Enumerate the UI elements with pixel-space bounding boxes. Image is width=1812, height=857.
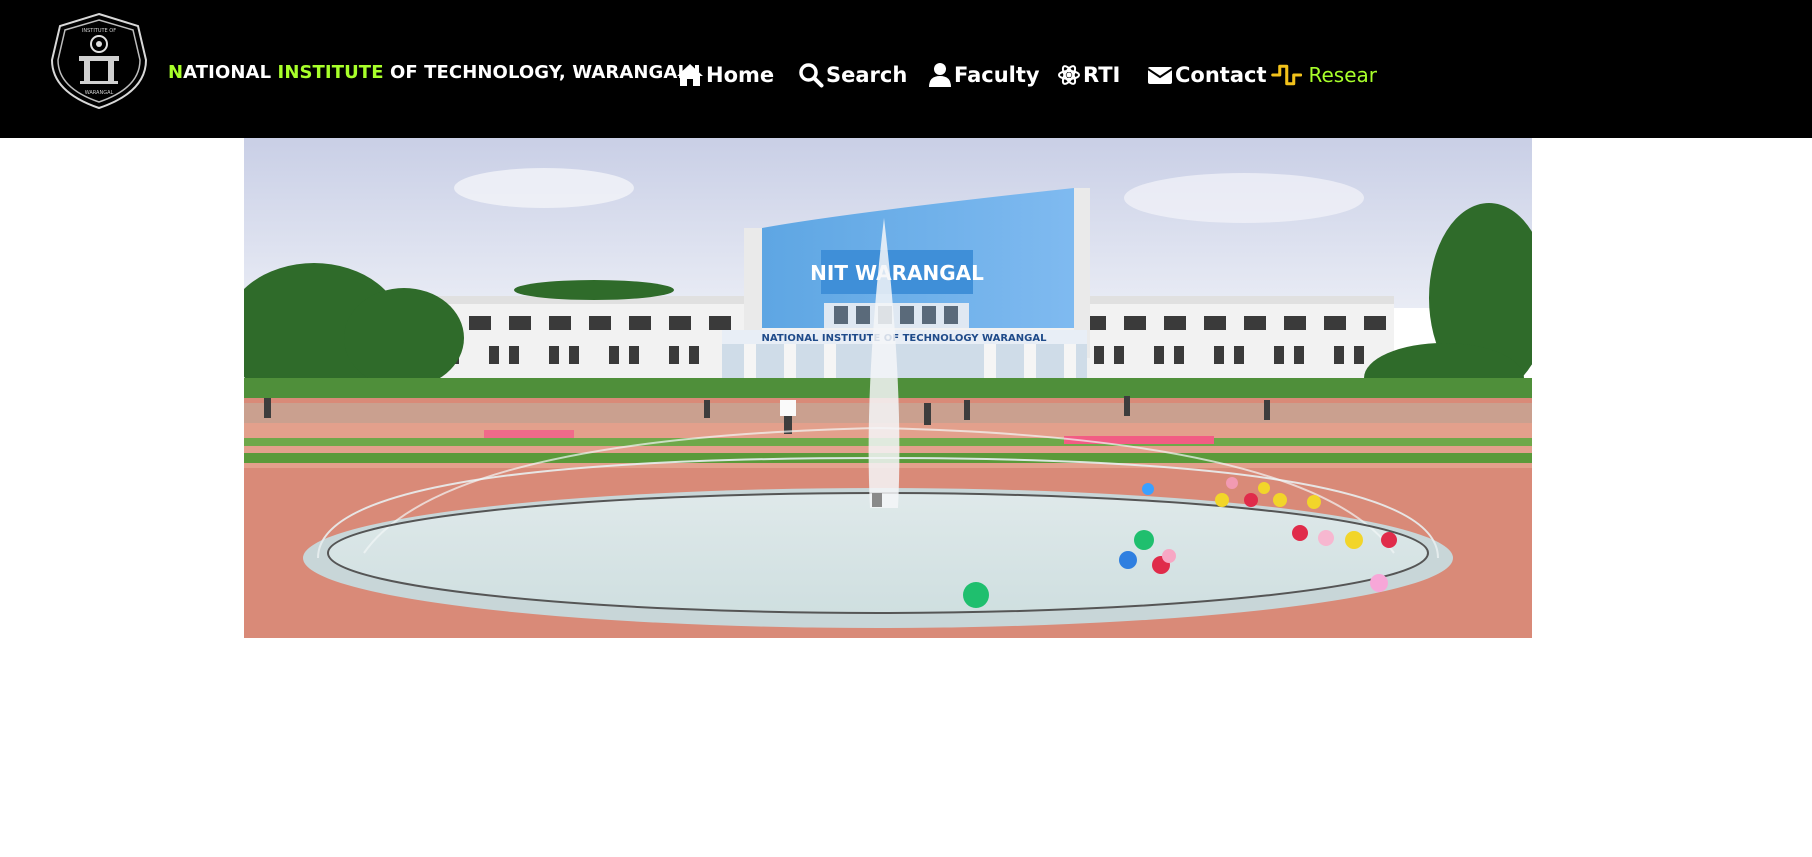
nav-research-link[interactable]: Resear [1271,57,1377,93]
nav-contact-label: Contact [1175,63,1267,87]
title-institute: INSTITUTE [277,62,384,83]
logo-text-bottom: WARANGAL [85,90,114,96]
title-rest: OF TECHNOLOGY, WARANGAL [383,62,690,83]
title-initial: N [168,62,184,83]
atom-icon [1058,65,1080,85]
institute-logo[interactable]: WARANGAL INSTITUTE OF [46,10,152,112]
nav-rti-link[interactable]: RTI [1057,57,1120,93]
hero-campus-image: NIT WARANGAL NATIONAL INSTITUTE OF TECHN… [244,138,1532,638]
nav-search-link[interactable]: Search [798,57,907,93]
title-ational: ATIONAL [183,62,278,83]
envelope-icon [1147,67,1173,84]
campus-fountain-photo: NIT WARANGAL NATIONAL INSTITUTE OF TECHN… [244,138,1532,638]
top-navbar: WARANGAL INSTITUTE OF NATIONAL INSTITUTE… [0,0,1812,138]
nav-rti-label: RTI [1083,63,1121,87]
user-icon [929,63,951,87]
nav-contact-link[interactable]: Contact [1147,57,1267,93]
nav-faculty-link[interactable]: Faculty [928,57,1040,93]
site-title[interactable]: NATIONAL INSTITUTE OF TECHNOLOGY, WARANG… [168,62,689,83]
nitw-seal-logo: WARANGAL INSTITUTE OF [50,12,148,110]
search-icon [799,63,824,88]
nav-research-label: Resear [1308,63,1377,87]
nav-search-label: Search [826,63,908,87]
nav-home-link[interactable]: Home [676,57,774,93]
waveform-icon [1271,64,1303,86]
logo-text-top: INSTITUTE OF [82,28,116,34]
nav-home-label: Home [706,63,775,87]
nav-faculty-label: Faculty [954,63,1040,87]
facade-text: NIT WARANGAL [810,261,984,285]
home-icon [677,64,703,86]
building-sign-text: NATIONAL INSTITUTE OF TECHNOLOGY WARANGA… [762,333,1048,344]
